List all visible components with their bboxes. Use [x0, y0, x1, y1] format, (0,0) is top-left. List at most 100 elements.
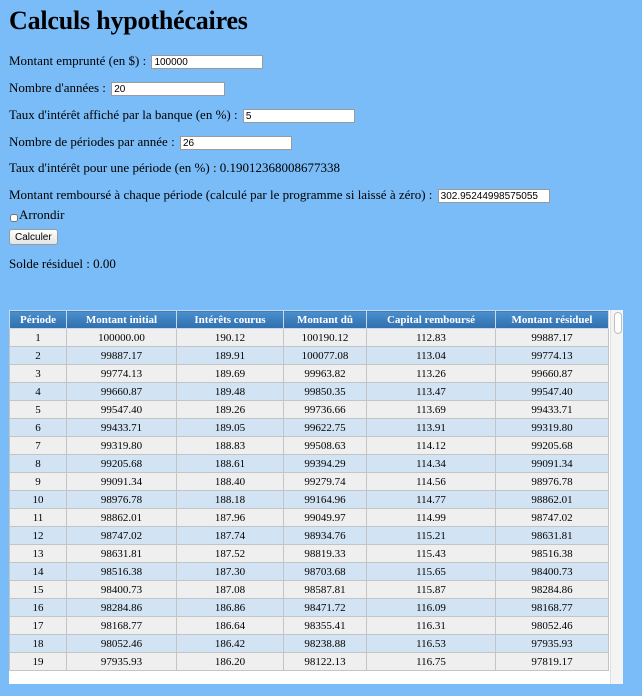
table-cell: 100190.12	[283, 328, 367, 347]
periodes-input[interactable]	[179, 136, 292, 151]
table-cell: 99319.80	[495, 418, 609, 437]
table-cell: 189.69	[176, 364, 284, 383]
table-cell: 98516.38	[495, 544, 609, 563]
taux-input[interactable]	[242, 109, 355, 124]
table-cell: 99774.13	[495, 346, 609, 365]
table-cell: 99963.82	[283, 364, 367, 383]
table-cell: 3	[9, 364, 67, 383]
table-cell: 116.53	[366, 634, 496, 653]
table-row: 12 98747.02 187.74 98934.76 115.21 98631.81	[9, 526, 609, 545]
montant-row: Montant emprunté (en $) :	[9, 53, 264, 70]
table-cell: 190.12	[176, 328, 284, 347]
table-cell: 5	[9, 400, 67, 419]
montant-input[interactable]	[151, 55, 264, 70]
arrondir-checkbox[interactable]	[10, 214, 18, 222]
table-cell: 97935.93	[495, 634, 609, 653]
table-cell: 98862.01	[66, 508, 177, 527]
header-periode: Période	[9, 310, 67, 329]
table-cell: 2	[9, 346, 67, 365]
table-cell: 112.83	[366, 328, 496, 347]
table-cell: 99205.68	[66, 454, 177, 473]
table-cell: 7	[9, 436, 67, 455]
table-cell: 10	[9, 490, 67, 509]
table-cell: 98400.73	[495, 562, 609, 581]
table-cell: 114.99	[366, 508, 496, 527]
table-cell: 99774.13	[66, 364, 177, 383]
table-cell: 99547.40	[495, 382, 609, 401]
table-cell: 99091.34	[66, 472, 177, 491]
table-cell: 116.09	[366, 598, 496, 617]
table-cell: 98471.72	[283, 598, 367, 617]
table-cell: 98238.88	[283, 634, 367, 653]
table-cell: 113.04	[366, 346, 496, 365]
periodes-label: Nombre de périodes par année :	[9, 134, 175, 149]
table-cell: 187.52	[176, 544, 284, 563]
table-cell: 17	[9, 616, 67, 635]
table-cell: 189.05	[176, 418, 284, 437]
table-cell: 187.74	[176, 526, 284, 545]
table-cell: 98052.46	[66, 634, 177, 653]
taux-row: Taux d'intérêt affiché par la banque (en…	[9, 107, 355, 124]
table-row: 3 99774.13 189.69 99963.82 113.26 99660.87	[9, 364, 609, 383]
table-cell: 14	[9, 562, 67, 581]
table-cell: 115.21	[366, 526, 496, 545]
calculer-button[interactable]: Calculer	[9, 229, 58, 245]
table-scrollbar[interactable]	[610, 310, 623, 684]
table-cell: 187.96	[176, 508, 284, 527]
table-cell: 18	[9, 634, 67, 653]
table-cell: 99660.87	[495, 364, 609, 383]
table-cell: 99279.74	[283, 472, 367, 491]
table-cell: 99205.68	[495, 436, 609, 455]
table-cell: 98976.78	[66, 490, 177, 509]
table-row: 13 98631.81 187.52 98819.33 115.43 98516.38	[9, 544, 609, 563]
table-cell: 9	[9, 472, 67, 491]
table-cell: 99736.66	[283, 400, 367, 419]
table-cell: 188.61	[176, 454, 284, 473]
rembourse-row: Montant remboursé à chaque période (calc…	[9, 187, 550, 204]
table-cell: 98703.68	[283, 562, 367, 581]
table-cell: 16	[9, 598, 67, 617]
table-cell: 98976.78	[495, 472, 609, 491]
table-cell: 6	[9, 418, 67, 437]
table-cell: 115.43	[366, 544, 496, 563]
table-cell: 99622.75	[283, 418, 367, 437]
header-interets-courus: Intérêts courus	[176, 310, 284, 329]
periodes-row: Nombre de périodes par année :	[9, 134, 292, 151]
table-cell: 99049.97	[283, 508, 367, 527]
solde-text: Solde résiduel : 0.00	[9, 256, 116, 271]
amortization-table-container[interactable]: Période Montant initial Intérêts courus …	[9, 310, 623, 684]
table-cell: 98516.38	[66, 562, 177, 581]
table-cell: 186.42	[176, 634, 284, 653]
table-cell: 99164.96	[283, 490, 367, 509]
table-cell: 187.08	[176, 580, 284, 599]
page-title: Calculs hypothécaires	[9, 6, 248, 35]
annees-input[interactable]	[111, 82, 226, 97]
rembourse-input[interactable]	[437, 189, 550, 204]
table-cell: 15	[9, 580, 67, 599]
header-montant-initial: Montant initial	[66, 310, 177, 329]
table-cell: 113.69	[366, 400, 496, 419]
table-cell: 99319.80	[66, 436, 177, 455]
table-cell: 98284.86	[495, 580, 609, 599]
table-row: 9 99091.34 188.40 99279.74 114.56 98976.78	[9, 472, 609, 491]
table-row: 17 98168.77 186.64 98355.41 116.31 98052.46	[9, 616, 609, 635]
table-cell: 113.47	[366, 382, 496, 401]
arrondir-option[interactable]: Arrondir	[10, 207, 65, 223]
header-montant-residuel: Montant résiduel	[495, 310, 609, 329]
table-cell: 1	[9, 328, 67, 347]
table-cell: 99433.71	[66, 418, 177, 437]
table-cell: 189.48	[176, 382, 284, 401]
table-cell: 8	[9, 454, 67, 473]
scrollbar-thumb[interactable]	[614, 312, 622, 334]
table-cell: 114.56	[366, 472, 496, 491]
annees-label: Nombre d'années :	[9, 80, 106, 95]
table-row: 18 98052.46 186.42 98238.88 116.53 97935.93	[9, 634, 609, 653]
table-cell: 99850.35	[283, 382, 367, 401]
table-cell: 19	[9, 652, 67, 671]
table-row: 8 99205.68 188.61 99394.29 114.34 99091.34	[9, 454, 609, 473]
table-cell: 4	[9, 382, 67, 401]
table-body: 1 100000.00 190.12 100190.12 112.83 99887.17 2…	[9, 328, 609, 671]
table-cell: 13	[9, 544, 67, 563]
table-cell: 98819.33	[283, 544, 367, 563]
table-row: 11 98862.01 187.96 99049.97 114.99 98747.02	[9, 508, 609, 527]
